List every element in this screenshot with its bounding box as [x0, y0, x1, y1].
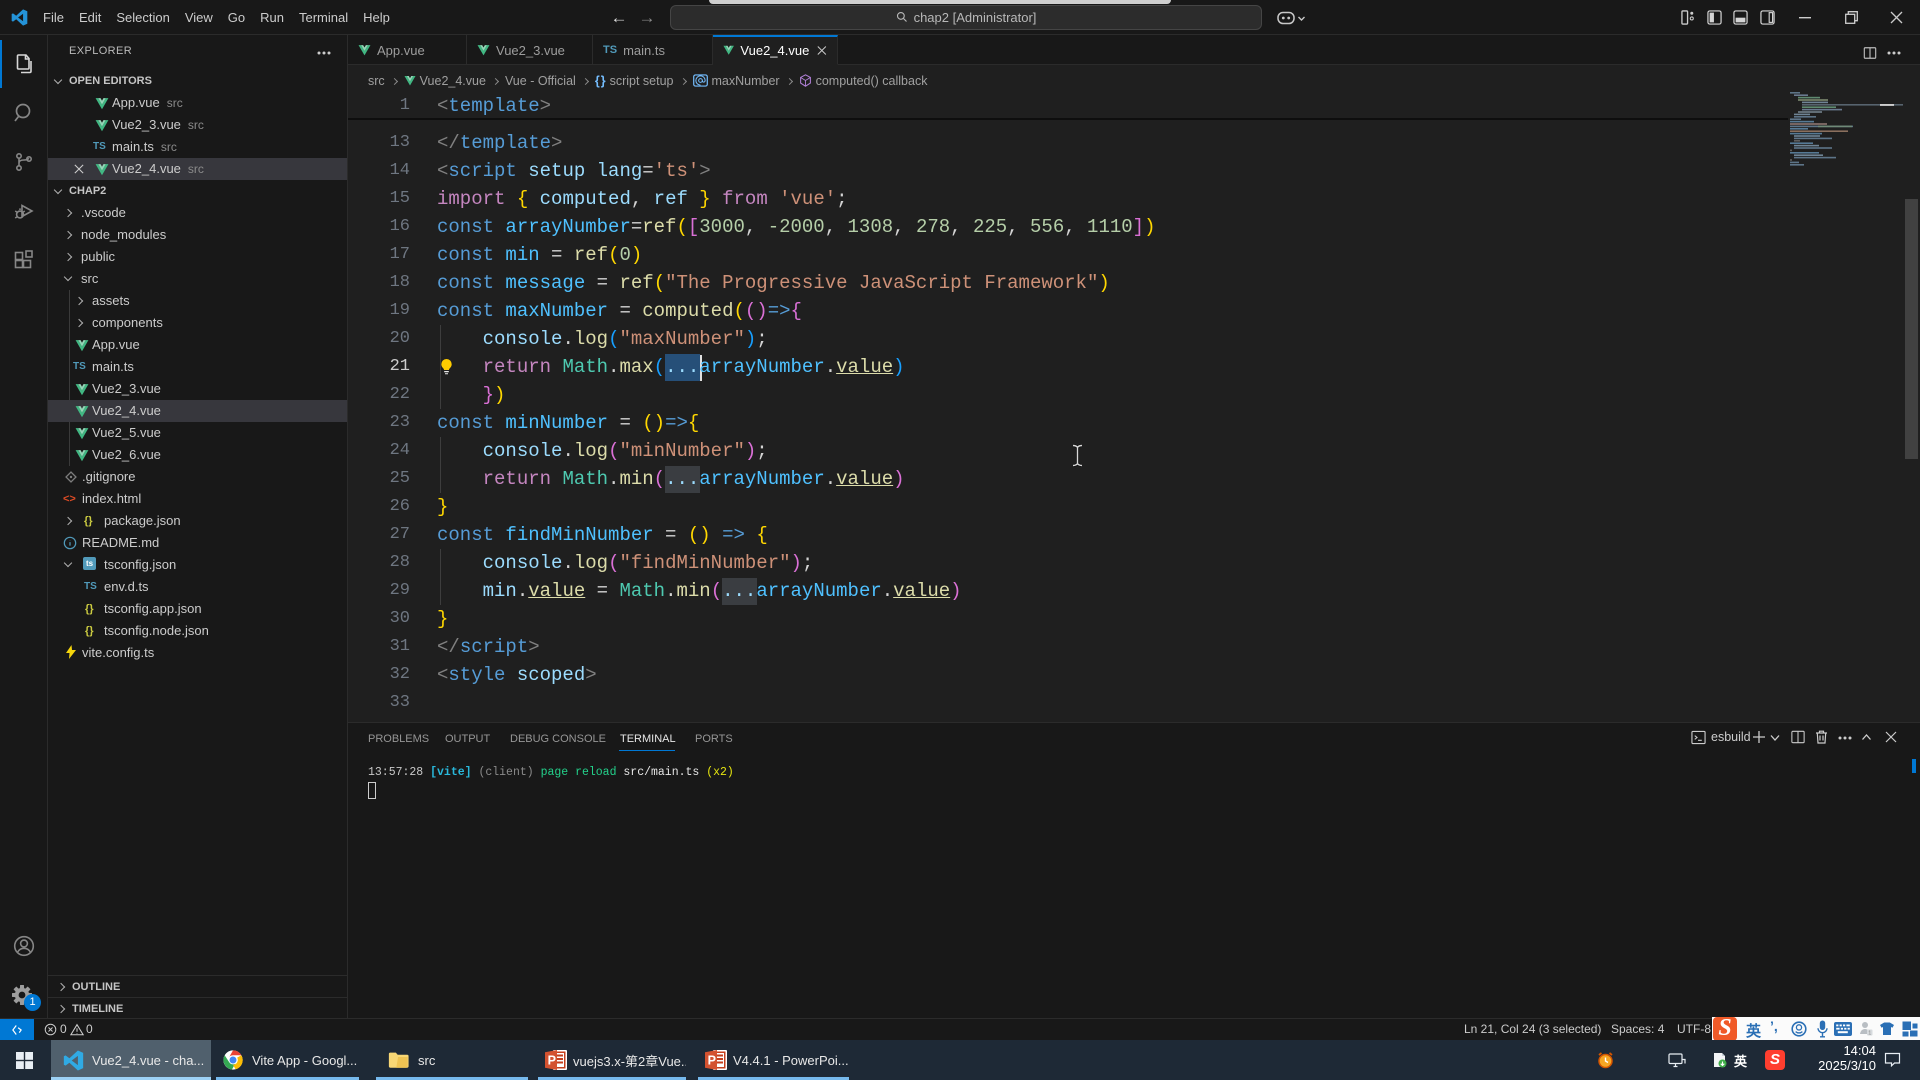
svg-text:P: P — [548, 1054, 556, 1068]
svg-text:P: P — [708, 1054, 716, 1068]
svg-text:1: 1 — [1868, 1031, 1871, 1036]
